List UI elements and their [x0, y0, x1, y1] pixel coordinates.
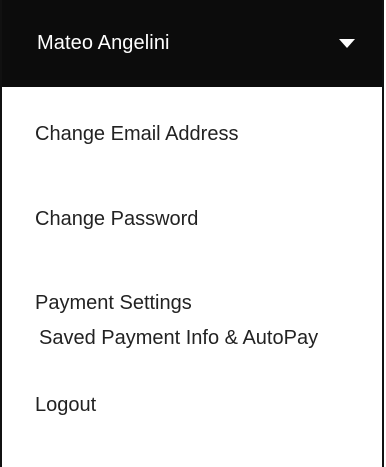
menu-item-payment-settings[interactable]: Payment Settings	[35, 292, 192, 315]
user-name: Mateo Angelini	[37, 32, 170, 54]
account-menu-toggle[interactable]: Mateo Angelini	[2, 0, 382, 87]
menu-item-change-email[interactable]: Change Email Address	[35, 123, 238, 146]
menu-item-payment-settings-description[interactable]: Saved Payment Info & AutoPay	[39, 327, 318, 350]
menu-item-logout[interactable]: Logout	[35, 394, 96, 417]
caret-down-icon	[336, 37, 358, 51]
account-dropdown-menu: Mateo Angelini Change Email Address Chan…	[0, 0, 384, 467]
menu-item-change-password[interactable]: Change Password	[35, 208, 198, 231]
